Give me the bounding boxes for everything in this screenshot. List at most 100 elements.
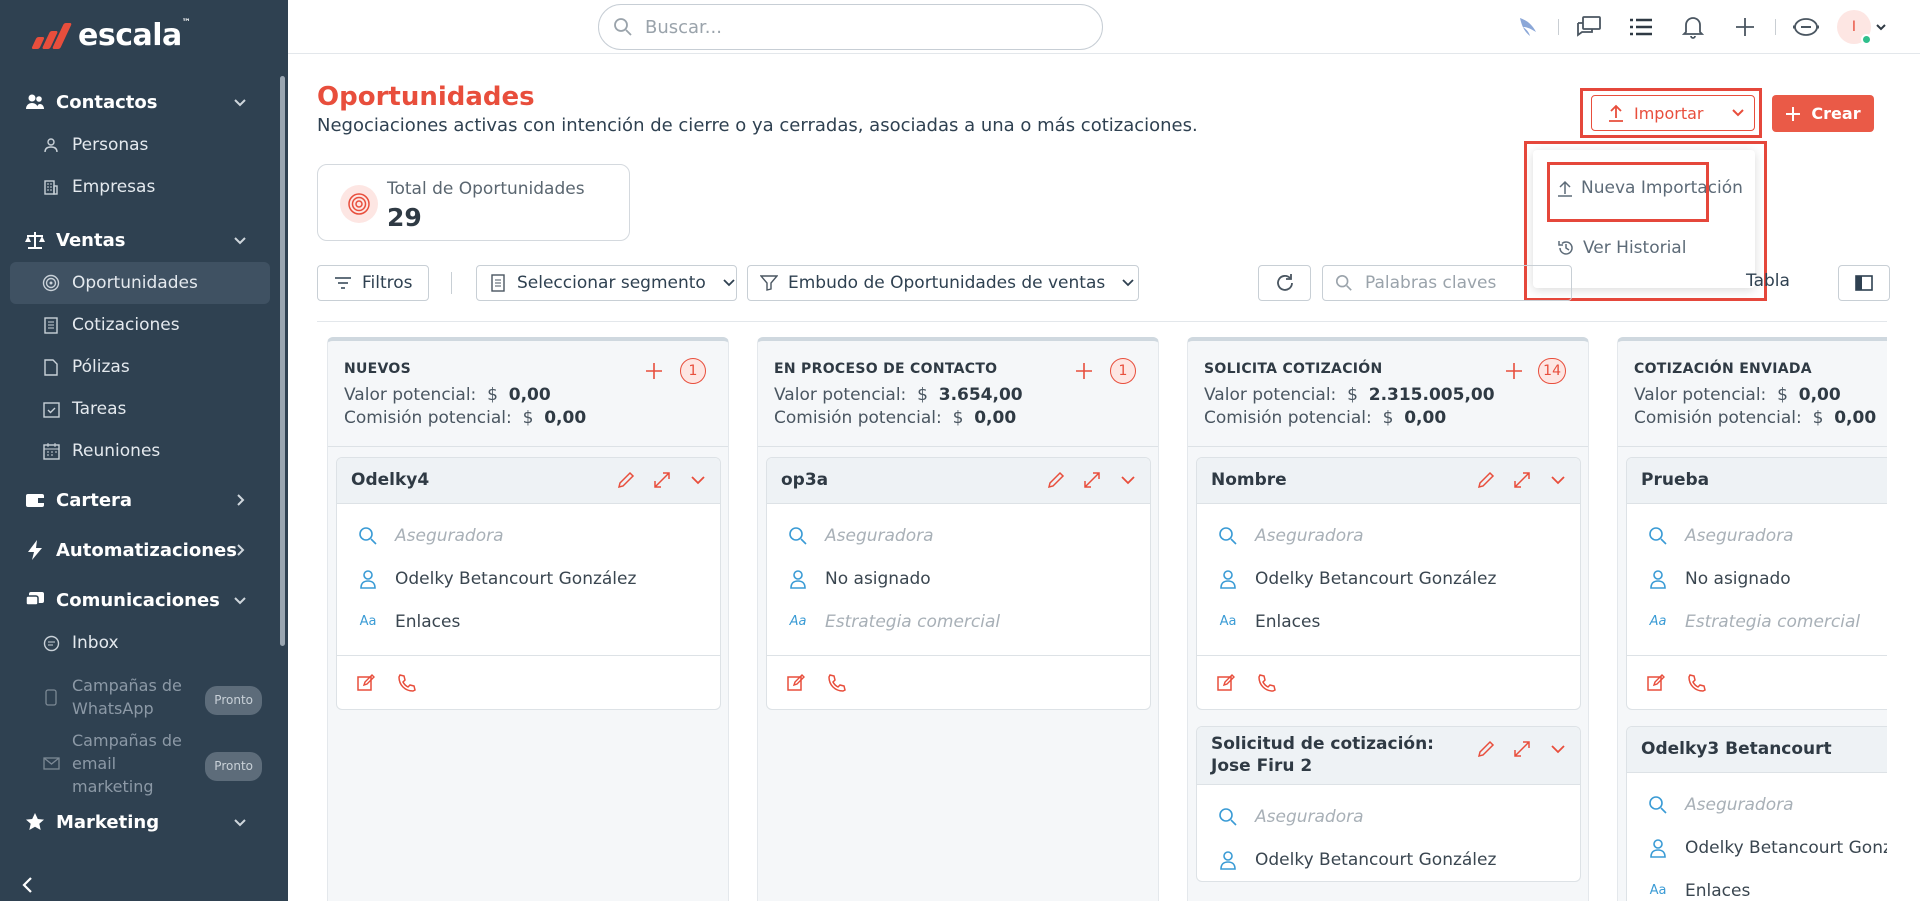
sidebar-item-personas[interactable]: Personas xyxy=(10,124,270,166)
segment-select[interactable]: Seleccionar segmento xyxy=(476,265,737,301)
import-button[interactable]: Importar xyxy=(1591,95,1755,131)
edit-pencil-icon[interactable] xyxy=(1476,739,1496,759)
edit-note-icon[interactable] xyxy=(787,673,805,692)
comision-potencial: Comisión potencial: $ 0,00 xyxy=(1634,408,1887,428)
funnel-select[interactable]: Embudo de Oportunidades de ventas xyxy=(747,265,1139,301)
card-title[interactable]: op3a xyxy=(767,458,1150,504)
currency-symbol: $ xyxy=(1812,408,1824,428)
opportunity-card[interactable]: op3a Aseguradora No asignado Aa Estrategia c… xyxy=(766,457,1151,710)
user-menu[interactable]: I xyxy=(1832,10,1892,45)
card-actions xyxy=(1046,470,1138,490)
sidebar-section-cartera[interactable]: Cartera xyxy=(0,478,280,522)
sidebar-item-empresas[interactable]: Empresas xyxy=(10,166,270,208)
sidebar-item-reuniones[interactable]: Reuniones xyxy=(10,430,270,472)
total-opportunities-card: Total de Oportunidades 29 xyxy=(317,164,630,241)
valor-amount: 0,00 xyxy=(1798,385,1841,405)
edit-pencil-icon[interactable] xyxy=(1476,470,1496,490)
chevron-down-icon xyxy=(1876,24,1886,31)
chevron-down-icon[interactable] xyxy=(1118,470,1138,490)
sidebar-item-oportunidades[interactable]: Oportunidades xyxy=(10,262,270,304)
sidebar-item-label: Reuniones xyxy=(72,441,161,461)
add-opportunity-plus-icon[interactable] xyxy=(644,361,664,381)
topbar-actions: I xyxy=(1502,10,1892,45)
phone-icon[interactable] xyxy=(397,673,417,693)
card-title[interactable]: Prueba xyxy=(1627,458,1887,504)
add-opportunity-plus-icon[interactable] xyxy=(1504,361,1524,381)
sidebar-item-label: Campañas de email marketing xyxy=(72,730,182,796)
support-chat-icon[interactable] xyxy=(1780,10,1832,44)
list-icon[interactable] xyxy=(1615,10,1667,44)
sidebar-item-label: Empresas xyxy=(72,177,156,197)
assistant-wing-icon[interactable] xyxy=(1502,10,1554,44)
sidebar-item-polizas[interactable]: Pólizas xyxy=(10,346,270,388)
sidebar-section-ventas[interactable]: Ventas xyxy=(0,218,280,262)
avatar[interactable]: I xyxy=(1837,10,1872,45)
funnel-icon xyxy=(760,275,778,291)
view-toggle-tabla[interactable]: Tabla xyxy=(1746,271,1790,291)
opportunity-card[interactable]: Nombre Aseguradora Odelky Betancourt Gonzá… xyxy=(1196,457,1581,710)
card-title-text: Nombre xyxy=(1211,470,1287,490)
messages-icon[interactable] xyxy=(1563,10,1615,44)
search-icon xyxy=(1217,806,1239,828)
segment-select-label: Seleccionar segmento xyxy=(517,273,706,293)
chevron-down-icon[interactable] xyxy=(1548,739,1568,759)
card-title[interactable]: Odelky4 xyxy=(337,458,720,504)
sidebar-item-cotizaciones[interactable]: Cotizaciones xyxy=(10,304,270,346)
card-title[interactable]: Solicitud de cotización: Jose Firu 2 xyxy=(1197,727,1580,785)
comision-amount: 0,00 xyxy=(1834,408,1877,428)
sidebar-section-comunicaciones[interactable]: Comunicaciones xyxy=(0,578,280,622)
logo-mark-icon xyxy=(30,21,73,51)
chevron-down-icon[interactable] xyxy=(1548,470,1568,490)
expand-icon[interactable] xyxy=(1082,470,1102,490)
person-icon xyxy=(1647,837,1669,859)
filters-button[interactable]: Filtros xyxy=(317,265,429,301)
card-field-aseguradora: Aseguradora xyxy=(1647,783,1887,826)
card-title[interactable]: Odelky3 Betancourt xyxy=(1627,727,1887,773)
currency-symbol: $ xyxy=(522,408,534,428)
add-opportunity-plus-icon[interactable] xyxy=(1074,361,1094,381)
opportunity-card[interactable]: Odelky4 Aseguradora Odelky Betancourt Gonz… xyxy=(336,457,721,710)
edit-note-icon[interactable] xyxy=(357,673,375,692)
topbar-separator xyxy=(1775,19,1776,35)
sidebar-item-campanas-whatsapp: Campañas de WhatsApp Pronto xyxy=(10,664,270,730)
edit-note-icon[interactable] xyxy=(1217,673,1235,692)
expand-icon[interactable] xyxy=(1512,470,1532,490)
card-field-estrategia: Aa Enlaces xyxy=(357,600,700,643)
global-search-input[interactable]: Buscar... xyxy=(598,4,1103,50)
column-count-badge: 1 xyxy=(680,358,706,384)
edit-note-icon[interactable] xyxy=(1647,673,1665,692)
create-button[interactable]: Crear xyxy=(1772,95,1874,132)
keywords-input[interactable]: Palabras claves xyxy=(1322,265,1572,301)
bell-icon[interactable] xyxy=(1667,10,1719,44)
collapse-sidebar-icon[interactable] xyxy=(18,875,38,895)
sidebar-section-marketing[interactable]: Marketing xyxy=(0,800,280,844)
phone-icon[interactable] xyxy=(827,673,847,693)
refresh-button[interactable] xyxy=(1258,265,1311,301)
brand-logo[interactable]: escala™ xyxy=(30,18,191,53)
opportunity-card[interactable]: Solicitud de cotización: Jose Firu 2 Aseg… xyxy=(1196,726,1581,882)
opportunity-card[interactable]: Prueba Aseguradora No asignado Aa Estrategia… xyxy=(1626,457,1887,710)
expand-icon[interactable] xyxy=(1512,739,1532,759)
edit-pencil-icon[interactable] xyxy=(616,470,636,490)
phone-icon[interactable] xyxy=(1257,673,1277,693)
edit-pencil-icon[interactable] xyxy=(1046,470,1066,490)
card-field-owner: Odelky Betancourt González xyxy=(1217,557,1560,600)
sidebar-section-label: Comunicaciones xyxy=(56,589,220,611)
chevron-right-icon xyxy=(237,544,245,556)
sidebar-item-tareas[interactable]: Tareas xyxy=(10,388,270,430)
columns-toggle-button[interactable] xyxy=(1838,265,1890,301)
opportunity-card[interactable]: Odelky3 Betancourt Aseguradora Odelky Beta… xyxy=(1626,726,1887,901)
card-title[interactable]: Nombre xyxy=(1197,458,1580,504)
sidebar-section-automatizaciones[interactable]: Automatizaciones xyxy=(0,528,280,572)
sidebar-section-contactos[interactable]: Contactos xyxy=(0,80,280,124)
currency-symbol: $ xyxy=(952,408,964,428)
expand-icon[interactable] xyxy=(652,470,672,490)
phone-icon[interactable] xyxy=(1687,673,1707,693)
sidebar: escala™ Contactos Personas Empresas Vent… xyxy=(0,0,288,901)
sidebar-scrollbar[interactable] xyxy=(280,76,285,646)
sidebar-item-inbox[interactable]: Inbox xyxy=(10,622,270,664)
add-icon[interactable] xyxy=(1719,10,1771,44)
card-field-value: Odelky Betancourt González xyxy=(1255,568,1497,589)
valor-amount: 0,00 xyxy=(508,385,551,405)
chevron-down-icon[interactable] xyxy=(688,470,708,490)
